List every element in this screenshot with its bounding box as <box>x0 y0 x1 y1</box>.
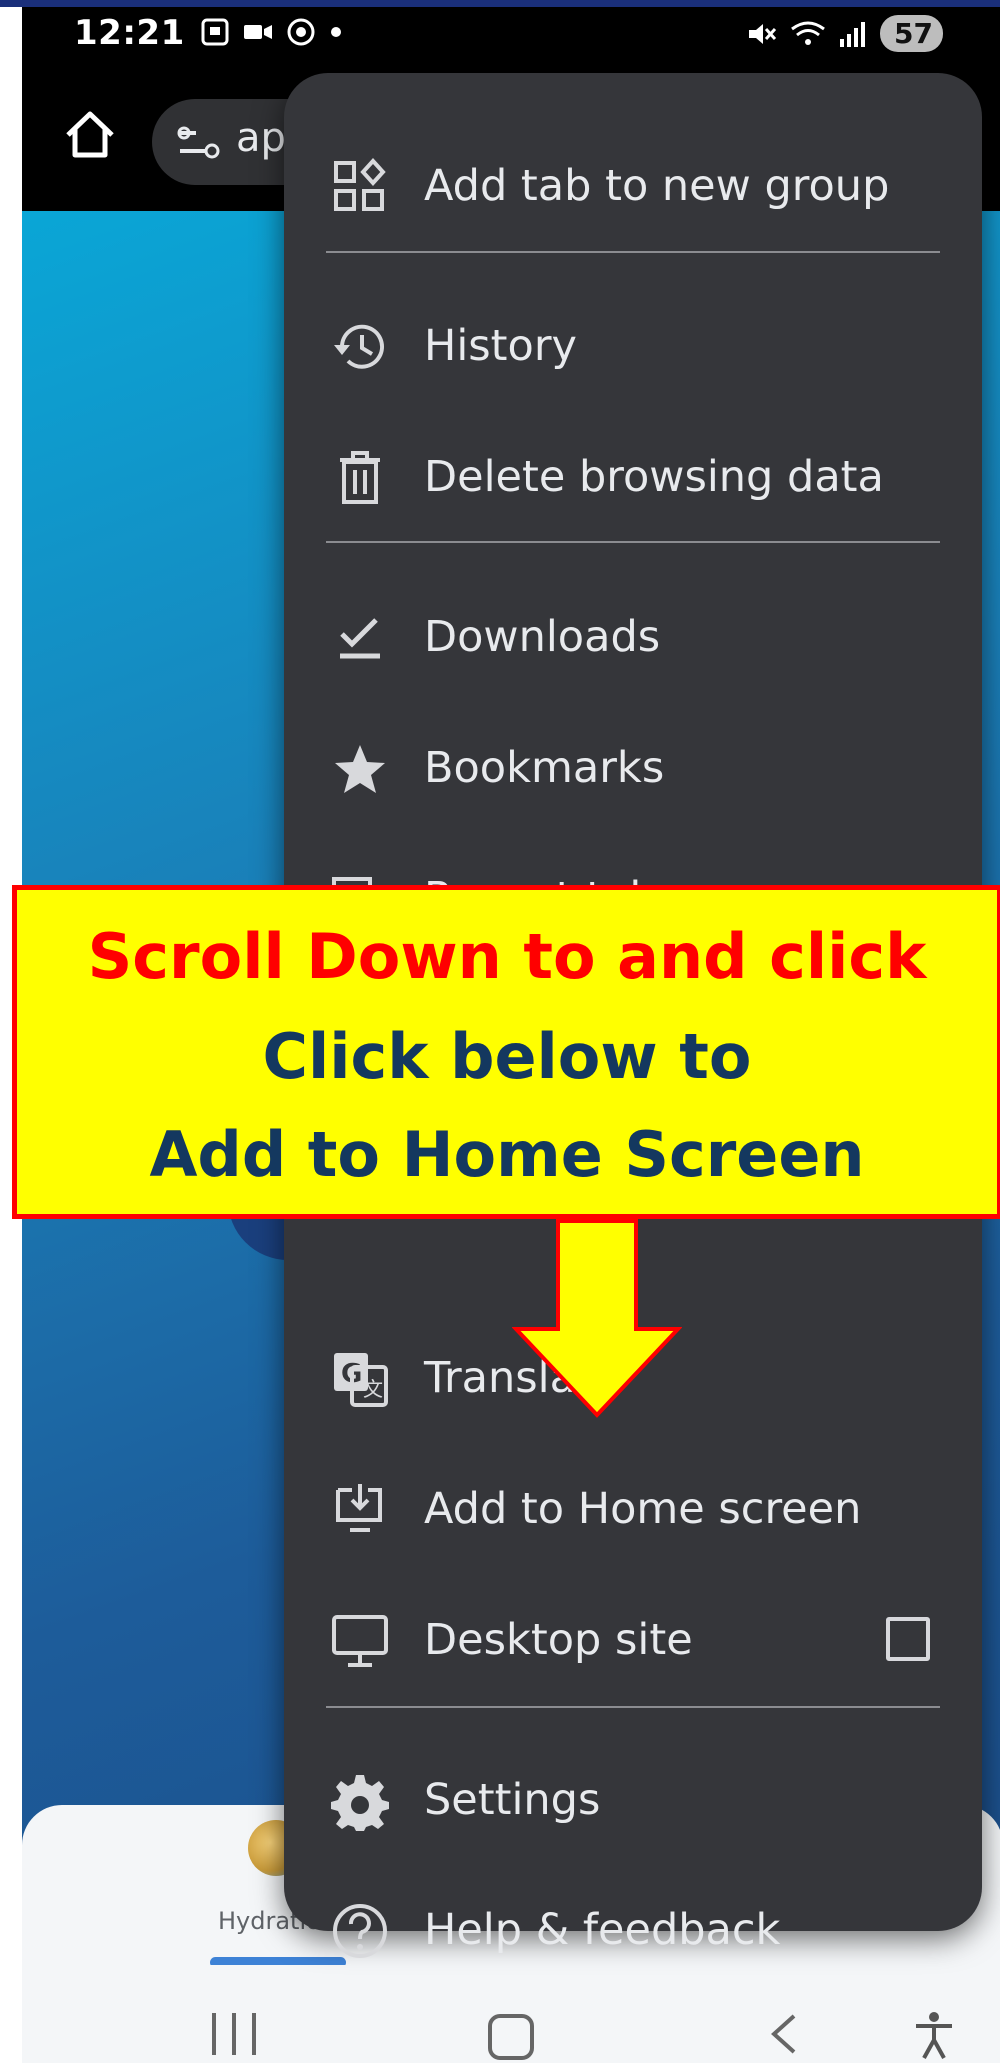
translate-icon: G文 <box>334 1353 388 1407</box>
menu-item-label: Add to Home screen <box>424 1484 862 1534</box>
menu-item-label: Desktop site <box>424 1615 693 1665</box>
signal-icon <box>840 21 866 47</box>
gear-icon <box>331 1775 389 1831</box>
status-notification-icons <box>200 17 344 47</box>
history-icon <box>334 324 384 369</box>
menu-item-history[interactable]: History <box>284 287 982 407</box>
menu-item-label: Add tab to new group <box>424 161 890 211</box>
menu-item-settings[interactable]: Settings <box>284 1741 982 1861</box>
menu-item-label: Delete browsing data <box>424 452 884 502</box>
menu-item-add-tab-group[interactable]: Add tab to new group <box>284 127 982 247</box>
star-icon <box>335 745 385 793</box>
chrome-icon <box>287 18 315 46</box>
instruction-callout: Scroll Down to and click Click below to … <box>12 885 1002 1219</box>
status-bar: 12:21 57 <box>22 7 1003 71</box>
svg-text:文: 文 <box>363 1377 383 1401</box>
wifi-icon <box>791 21 825 45</box>
callout-line-1: Scroll Down to and click <box>87 920 927 993</box>
mute-icon <box>749 23 777 44</box>
menu-item-label: Settings <box>424 1775 601 1825</box>
status-time: 12:21 <box>74 13 185 53</box>
recent-apps-button[interactable] <box>212 2013 256 2055</box>
menu-divider <box>326 251 940 253</box>
menu-item-label: History <box>424 321 577 371</box>
desktop-site-checkbox[interactable] <box>886 1617 930 1661</box>
menu-item-label: Downloads <box>424 612 661 662</box>
menu-item-delete-browsing-data[interactable]: Delete browsing data <box>284 418 982 538</box>
screenshot-icon <box>201 18 229 46</box>
down-arrow-icon <box>512 1219 682 1418</box>
menu-item-label: Bookmarks <box>424 743 665 793</box>
back-icon[interactable] <box>766 2010 802 2058</box>
menu-item-desktop-site[interactable]: Desktop site <box>284 1581 982 1701</box>
callout-line-3: Add to Home Screen <box>149 1118 865 1191</box>
accessibility-icon[interactable] <box>912 2010 956 2060</box>
home-icon[interactable] <box>60 105 120 165</box>
menu-item-downloads[interactable]: Downloads <box>284 578 982 698</box>
download-check-icon <box>340 618 380 659</box>
menu-item-bookmarks[interactable]: Bookmarks <box>284 709 982 829</box>
help-icon <box>333 1904 387 1958</box>
menu-item-add-to-home-screen[interactable]: Add to Home screen <box>284 1450 982 1570</box>
site-settings-icon[interactable] <box>176 123 220 163</box>
battery-indicator: 57 <box>880 15 943 52</box>
url-text: ap <box>236 115 286 161</box>
video-call-icon <box>244 25 272 39</box>
menu-divider <box>326 1706 940 1708</box>
dot-icon <box>331 27 341 37</box>
trash-icon <box>340 451 380 504</box>
menu-item-label: Help & feedback <box>424 1905 781 1955</box>
system-home-button[interactable] <box>488 2014 534 2060</box>
add-to-home-icon <box>336 1484 382 1532</box>
desktop-icon <box>332 1615 388 1667</box>
add-tab-group-icon <box>334 158 386 211</box>
menu-item-help-feedback[interactable]: Help & feedback <box>284 1871 982 1991</box>
top-accent-bar <box>0 0 1003 7</box>
status-system-icons: 57 <box>746 15 943 52</box>
menu-divider <box>326 541 940 543</box>
callout-line-2: Click below to <box>262 1020 752 1093</box>
